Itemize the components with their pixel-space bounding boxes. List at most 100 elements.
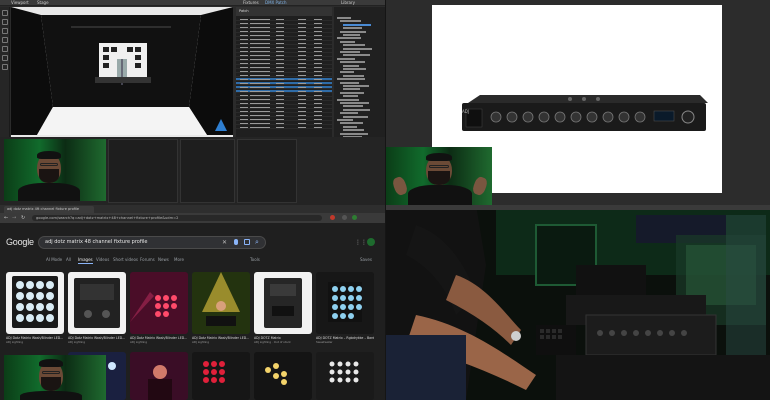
filter-images[interactable]: Images (78, 257, 93, 264)
image-result-5[interactable] (254, 272, 312, 334)
patch-row[interactable] (236, 102, 332, 105)
tree-item[interactable] (343, 44, 365, 47)
fixture-library-tree[interactable] (334, 7, 385, 137)
patch-row[interactable] (236, 78, 332, 81)
image-result-11[interactable] (316, 352, 374, 400)
patch-row[interactable] (236, 46, 332, 49)
3d-viewport[interactable] (11, 7, 233, 137)
tree-item[interactable] (343, 27, 362, 30)
patch-row[interactable] (236, 82, 332, 85)
tree-item[interactable] (337, 119, 353, 121)
tree-item[interactable] (340, 30, 366, 33)
image-result-2[interactable] (68, 272, 126, 334)
select-tool-icon[interactable] (2, 10, 8, 16)
reload-icon[interactable]: ↻ (21, 215, 25, 221)
patch-row[interactable] (236, 126, 332, 129)
tree-item[interactable] (340, 61, 365, 64)
panel-tab-dmx-patch[interactable]: DMX Patch (262, 0, 290, 6)
patch-row[interactable] (236, 38, 332, 41)
image-result-3[interactable] (130, 272, 188, 334)
tree-item[interactable] (340, 40, 355, 43)
patch-row[interactable] (236, 70, 332, 73)
patch-row[interactable] (236, 50, 332, 53)
tree-item[interactable] (340, 20, 361, 23)
patch-row[interactable] (236, 94, 332, 97)
sync-icon[interactable] (352, 215, 357, 220)
image-result-9[interactable] (192, 352, 250, 400)
patch-row[interactable] (236, 86, 332, 89)
patch-row[interactable] (236, 118, 332, 121)
properties-panel[interactable] (180, 139, 235, 203)
scale-tool-icon[interactable] (2, 37, 8, 43)
tree-item[interactable] (343, 88, 360, 91)
tree-item[interactable] (340, 112, 358, 115)
tree-item[interactable] (343, 74, 364, 77)
tree-item[interactable] (337, 17, 351, 19)
tree-item[interactable] (343, 34, 360, 36)
extension-icon[interactable] (330, 215, 335, 220)
tree-item[interactable] (337, 78, 365, 81)
patch-row[interactable] (236, 26, 332, 29)
tree-item[interactable] (343, 68, 366, 70)
google-logo[interactable]: Google (6, 237, 34, 247)
patch-row[interactable] (236, 114, 332, 117)
patch-row[interactable] (236, 58, 332, 61)
patch-row[interactable] (236, 122, 332, 125)
tree-item[interactable] (340, 91, 364, 94)
layers-panel[interactable] (237, 139, 297, 203)
patch-row[interactable] (236, 110, 332, 113)
patch-row[interactable] (236, 90, 332, 93)
forward-arrow-icon[interactable]: → (12, 215, 16, 221)
patch-row[interactable] (236, 42, 332, 45)
tree-item[interactable] (343, 47, 372, 50)
tree-item[interactable] (340, 102, 369, 104)
light-tool-icon[interactable] (2, 55, 8, 61)
account-avatar[interactable] (367, 238, 375, 246)
profile-avatar[interactable] (342, 215, 347, 220)
filter-forums[interactable]: Forums (140, 257, 155, 263)
filter-news[interactable]: News (158, 257, 169, 263)
image-result-10[interactable] (254, 352, 312, 400)
timeline-panel[interactable] (108, 139, 178, 203)
lens-icon[interactable] (244, 239, 250, 245)
tree-item[interactable] (340, 71, 354, 74)
tree-item[interactable] (340, 122, 363, 125)
tree-item[interactable] (337, 37, 361, 40)
patch-row[interactable] (236, 30, 332, 33)
grid-tool-icon[interactable] (2, 64, 8, 70)
tree-item[interactable] (343, 54, 370, 57)
patch-row[interactable] (236, 62, 332, 65)
patch-row[interactable] (236, 66, 332, 69)
tree-item[interactable] (343, 129, 364, 132)
tree-item[interactable] (343, 105, 363, 108)
patch-row[interactable] (236, 106, 332, 109)
image-result-6[interactable] (316, 272, 374, 334)
image-result-4[interactable] (192, 272, 250, 334)
apps-grid-icon[interactable]: ⋮⋮ (355, 239, 367, 246)
filter-videos[interactable]: Videos (96, 257, 109, 263)
saves-button[interactable]: Saves (360, 257, 372, 263)
tree-item[interactable] (337, 98, 359, 101)
patch-row[interactable] (236, 18, 332, 21)
patch-row[interactable] (236, 98, 332, 101)
image-result-8[interactable] (130, 352, 188, 400)
tree-item[interactable] (343, 125, 357, 128)
camera-tool-icon[interactable] (2, 46, 8, 52)
patch-row[interactable] (236, 74, 332, 77)
search-icon[interactable]: ⌕ (255, 238, 259, 246)
back-arrow-icon[interactable]: ← (4, 215, 8, 221)
software-tab-viewport[interactable]: Viewport (8, 0, 32, 6)
tree-item[interactable] (343, 85, 369, 87)
patch-row[interactable] (236, 54, 332, 57)
filter-more[interactable]: More (174, 257, 184, 263)
tree-item[interactable] (337, 57, 355, 60)
tree-item[interactable] (340, 81, 359, 84)
move-tool-icon[interactable] (2, 19, 8, 25)
filter-ai-mode[interactable]: AI Mode (46, 257, 62, 263)
tree-item[interactable] (343, 64, 359, 67)
filter-all[interactable]: All (66, 257, 71, 263)
filter-short-videos[interactable]: Short videos (113, 257, 138, 263)
tools-button[interactable]: Tools (250, 257, 260, 263)
tree-item[interactable] (343, 95, 358, 98)
tree-item[interactable] (340, 132, 368, 135)
